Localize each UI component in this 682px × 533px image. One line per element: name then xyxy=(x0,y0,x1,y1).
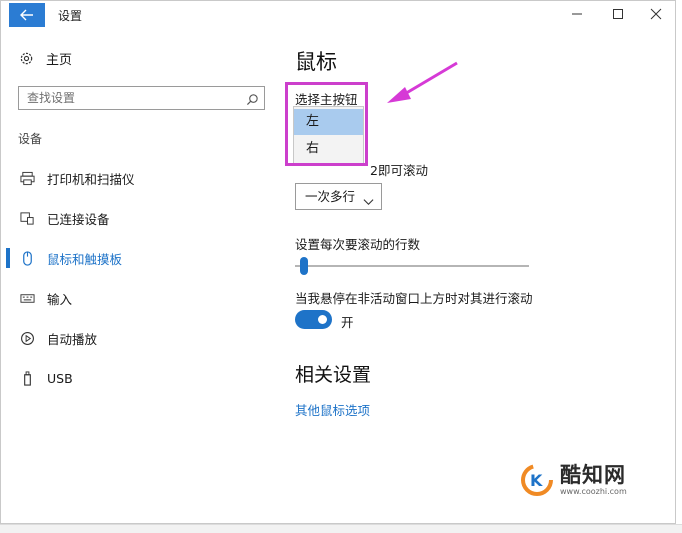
sidebar-item-label: 鼠标和触摸板 xyxy=(47,251,123,267)
inactive-scroll-toggle[interactable] xyxy=(295,310,332,329)
sidebar-item-label: 已连接设备 xyxy=(47,211,110,227)
title-bar: 设置 xyxy=(1,1,675,29)
page-title: 鼠标 xyxy=(295,50,337,74)
maximize-icon xyxy=(613,9,623,19)
gear-icon xyxy=(20,52,33,65)
toggle-state-label: 开 xyxy=(341,315,354,330)
annotation-highlight-box xyxy=(285,82,368,166)
scroll-mode-select[interactable]: 一次多行 xyxy=(295,183,382,210)
back-arrow-icon xyxy=(20,9,33,21)
background-window-strip xyxy=(0,524,682,533)
sidebar-item-label: 自动播放 xyxy=(47,331,98,347)
autoplay-icon xyxy=(19,330,35,346)
search-icon[interactable] xyxy=(246,91,259,110)
search-input[interactable] xyxy=(27,90,227,106)
printer-icon xyxy=(19,170,35,186)
section-header-devices: 设备 xyxy=(18,132,43,146)
related-settings-title: 相关设置 xyxy=(295,364,372,386)
sidebar-item-usb[interactable]: USB xyxy=(19,368,73,388)
settings-window: 设置 主页 设备 打印机和扫描仪 已连 xyxy=(0,0,676,524)
sidebar-item-label: 输入 xyxy=(47,291,73,307)
scroll-lines-slider[interactable] xyxy=(295,256,529,276)
scroll-lines-label: 设置每次要滚动的行数 xyxy=(295,237,421,252)
annotation-arrow-icon xyxy=(387,61,458,103)
slider-thumb[interactable] xyxy=(300,257,308,275)
inactive-scroll-label: 当我悬停在非活动窗口上方时对其进行滚动 xyxy=(295,291,533,306)
close-button[interactable] xyxy=(641,4,671,24)
watermark-brand: 酷知网 xyxy=(560,463,626,487)
sidebar-item-mouse-touchpad[interactable]: 鼠标和触摸板 xyxy=(19,248,122,268)
keyboard-icon xyxy=(19,290,35,306)
sidebar-item-autoplay[interactable]: 自动播放 xyxy=(19,328,97,348)
sidebar-item-label: USB xyxy=(47,370,73,386)
more-mouse-options-link[interactable]: 其他鼠标选项 xyxy=(295,400,370,419)
scroll-mode-value: 一次多行 xyxy=(305,189,356,204)
sidebar-item-label: 主页 xyxy=(46,53,73,68)
close-icon xyxy=(650,8,662,20)
search-field[interactable] xyxy=(18,86,265,110)
svg-text:K: K xyxy=(530,471,543,490)
chevron-down-icon xyxy=(363,190,374,215)
back-button[interactable] xyxy=(9,3,45,27)
watermark-logo-icon: K xyxy=(521,464,553,496)
connected-devices-icon xyxy=(19,210,35,226)
minimize-icon xyxy=(572,13,582,15)
active-indicator xyxy=(6,248,10,268)
watermark-url: www.coozhi.com xyxy=(560,487,627,496)
mouse-icon xyxy=(19,250,35,266)
sidebar-item-connected-devices[interactable]: 已连接设备 xyxy=(19,208,110,228)
slider-track xyxy=(295,265,529,267)
scroll-mode-label: 滚动鼠标滚轮2即可滚动 xyxy=(370,163,428,178)
sidebar-item-typing[interactable]: 输入 xyxy=(19,288,72,308)
usb-icon xyxy=(19,370,35,386)
maximize-button[interactable] xyxy=(603,4,633,24)
sidebar-item-printers[interactable]: 打印机和扫描仪 xyxy=(19,168,135,188)
sidebar-item-home[interactable]: 主页 xyxy=(19,49,72,68)
sidebar-item-label: 打印机和扫描仪 xyxy=(47,171,135,187)
window-title: 设置 xyxy=(58,9,83,23)
minimize-button[interactable] xyxy=(562,4,592,24)
toggle-knob xyxy=(318,315,327,324)
